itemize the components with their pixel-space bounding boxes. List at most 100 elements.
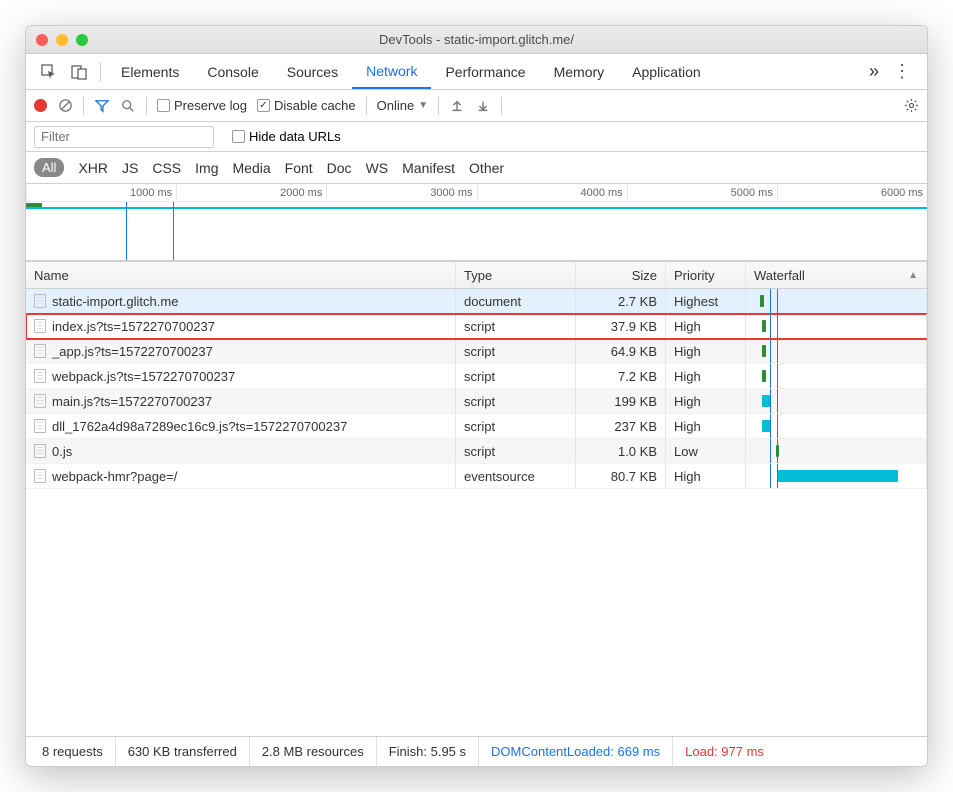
cell-type: script bbox=[456, 364, 576, 388]
throttle-value: Online bbox=[377, 98, 415, 113]
hide-data-urls-checkbox[interactable]: Hide data URLs bbox=[232, 129, 341, 144]
preserve-log-checkbox[interactable]: Preserve log bbox=[157, 98, 247, 113]
filter-bar: Hide data URLs bbox=[26, 122, 927, 152]
cell-size: 64.9 KB bbox=[576, 339, 666, 363]
table-row[interactable]: static-import.glitch.medocument2.7 KBHig… bbox=[26, 289, 927, 314]
cell-waterfall bbox=[746, 389, 927, 413]
disable-cache-checkbox[interactable]: Disable cache bbox=[257, 98, 356, 113]
settings-gear-icon[interactable] bbox=[904, 98, 919, 113]
tab-memory[interactable]: Memory bbox=[540, 54, 619, 89]
filter-media[interactable]: Media bbox=[233, 160, 271, 176]
checkbox-icon bbox=[232, 130, 245, 143]
minimize-window-button[interactable] bbox=[56, 34, 68, 46]
col-size[interactable]: Size bbox=[576, 262, 666, 288]
table-row[interactable]: dll_1762a4d98a7289ec16c9.js?ts=157227070… bbox=[26, 414, 927, 439]
status-bar: 8 requests 630 KB transferred 2.8 MB res… bbox=[26, 736, 927, 766]
throttling-select[interactable]: Online ▼ bbox=[377, 98, 428, 113]
table-row[interactable]: webpack.js?ts=1572270700237script7.2 KBH… bbox=[26, 364, 927, 389]
network-toolbar: Preserve log Disable cache Online ▼ bbox=[26, 90, 927, 122]
tab-network[interactable]: Network bbox=[352, 54, 431, 89]
cell-waterfall bbox=[746, 364, 927, 388]
col-type[interactable]: Type bbox=[456, 262, 576, 288]
table-row[interactable]: webpack-hmr?page=/eventsource80.7 KBHigh bbox=[26, 464, 927, 489]
devtools-window: DevTools - static-import.glitch.me/ Elem… bbox=[25, 25, 928, 767]
cell-priority: High bbox=[666, 414, 746, 438]
tab-elements[interactable]: Elements bbox=[107, 54, 193, 89]
search-icon[interactable] bbox=[120, 98, 136, 114]
tab-application[interactable]: Application bbox=[618, 54, 715, 89]
waterfall-bar bbox=[762, 345, 766, 357]
separator bbox=[146, 97, 147, 115]
filter-img[interactable]: Img bbox=[195, 160, 218, 176]
status-resources: 2.8 MB resources bbox=[250, 737, 377, 766]
status-finish: Finish: 5.95 s bbox=[377, 737, 479, 766]
tab-performance[interactable]: Performance bbox=[431, 54, 539, 89]
col-waterfall[interactable]: Waterfall▲ bbox=[746, 262, 927, 288]
inspect-icon[interactable] bbox=[40, 63, 58, 81]
cell-type: script bbox=[456, 339, 576, 363]
clear-icon[interactable] bbox=[57, 98, 73, 114]
tab-sources[interactable]: Sources bbox=[273, 54, 352, 89]
waterfall-bar bbox=[762, 370, 766, 382]
cell-priority: High bbox=[666, 464, 746, 488]
file-icon bbox=[34, 294, 46, 308]
cell-type: script bbox=[456, 439, 576, 463]
filter-all[interactable]: All bbox=[34, 158, 64, 177]
filter-other[interactable]: Other bbox=[469, 160, 504, 176]
cell-waterfall bbox=[746, 439, 927, 463]
filter-css[interactable]: CSS bbox=[152, 160, 181, 176]
upload-har-icon[interactable] bbox=[449, 98, 465, 114]
table-row[interactable]: main.js?ts=1572270700237script199 KBHigh bbox=[26, 389, 927, 414]
more-tabs-button[interactable]: » bbox=[863, 61, 885, 82]
tick: 6000 ms bbox=[777, 184, 927, 201]
cell-type: script bbox=[456, 314, 576, 338]
separator bbox=[438, 97, 439, 115]
request-name: 0.js bbox=[52, 444, 72, 459]
cell-priority: High bbox=[666, 339, 746, 363]
device-toggle-icon[interactable] bbox=[70, 63, 88, 81]
kebab-menu-icon[interactable]: ⋮ bbox=[885, 61, 919, 82]
waterfall-bar bbox=[778, 470, 898, 482]
panel-tabs: Elements Console Sources Network Perform… bbox=[107, 54, 715, 89]
cell-size: 1.0 KB bbox=[576, 439, 666, 463]
request-name: webpack.js?ts=1572270700237 bbox=[52, 369, 235, 384]
waterfall-bar bbox=[760, 295, 764, 307]
filter-js[interactable]: JS bbox=[122, 160, 138, 176]
tick: 5000 ms bbox=[627, 184, 777, 201]
col-priority[interactable]: Priority bbox=[666, 262, 746, 288]
filter-icon[interactable] bbox=[94, 98, 110, 114]
panel-tabbar: Elements Console Sources Network Perform… bbox=[26, 54, 927, 90]
file-icon bbox=[34, 419, 46, 433]
timeline-ticks: 1000 ms 2000 ms 3000 ms 4000 ms 5000 ms … bbox=[26, 184, 927, 202]
filter-font[interactable]: Font bbox=[285, 160, 313, 176]
tab-console[interactable]: Console bbox=[193, 54, 272, 89]
tick: 1000 ms bbox=[26, 184, 176, 201]
overview-timeline[interactable]: 1000 ms 2000 ms 3000 ms 4000 ms 5000 ms … bbox=[26, 184, 927, 261]
file-icon bbox=[34, 394, 46, 408]
cell-name: static-import.glitch.me bbox=[26, 289, 456, 313]
maximize-window-button[interactable] bbox=[76, 34, 88, 46]
table-row[interactable]: _app.js?ts=1572270700237script64.9 KBHig… bbox=[26, 339, 927, 364]
cell-waterfall bbox=[746, 414, 927, 438]
waterfall-bar bbox=[762, 320, 766, 332]
filter-manifest[interactable]: Manifest bbox=[402, 160, 455, 176]
filter-doc[interactable]: Doc bbox=[327, 160, 352, 176]
waterfall-bar bbox=[776, 445, 779, 457]
cell-waterfall bbox=[746, 464, 927, 488]
table-row[interactable]: index.js?ts=1572270700237script37.9 KBHi… bbox=[26, 314, 927, 339]
request-name: index.js?ts=1572270700237 bbox=[52, 319, 215, 334]
filter-xhr[interactable]: XHR bbox=[78, 160, 108, 176]
separator bbox=[100, 62, 101, 82]
file-icon bbox=[34, 444, 46, 458]
close-window-button[interactable] bbox=[36, 34, 48, 46]
record-button[interactable] bbox=[34, 99, 47, 112]
filter-ws[interactable]: WS bbox=[366, 160, 389, 176]
filter-input[interactable] bbox=[34, 126, 214, 148]
type-filter-bar: All XHR JS CSS Img Media Font Doc WS Man… bbox=[26, 152, 927, 184]
status-transferred: 630 KB transferred bbox=[116, 737, 250, 766]
cell-name: main.js?ts=1572270700237 bbox=[26, 389, 456, 413]
table-body: static-import.glitch.medocument2.7 KBHig… bbox=[26, 289, 927, 489]
col-name[interactable]: Name bbox=[26, 262, 456, 288]
download-har-icon[interactable] bbox=[475, 98, 491, 114]
table-row[interactable]: 0.jsscript1.0 KBLow bbox=[26, 439, 927, 464]
